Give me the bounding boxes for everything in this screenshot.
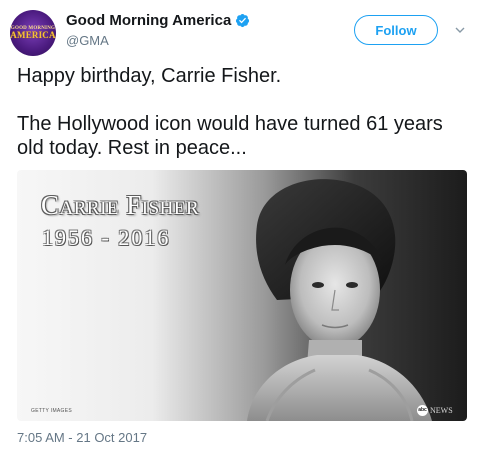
tweet-text-line2: The Hollywood icon would have turned 61 … bbox=[17, 113, 443, 159]
avatar[interactable]: GOOD MORNING AMERICA bbox=[10, 10, 56, 56]
chevron-down-icon[interactable] bbox=[454, 24, 466, 36]
tweet-text-line1: Happy birthday, Carrie Fisher. bbox=[17, 65, 282, 87]
photo-credit: GETTY IMAGES bbox=[31, 408, 73, 414]
user-info: Good Morning America @GMA bbox=[66, 12, 250, 48]
avatar-logo-big: AMERICA bbox=[10, 30, 56, 40]
gma-logo: GOOD MORNING AMERICA bbox=[10, 26, 55, 40]
tweet-card: GOOD MORNING AMERICA Good Morning Americ… bbox=[0, 0, 487, 453]
tweet-media-image[interactable]: Carrie Fisher 1956 - 2016 GETTY IMAGES a… bbox=[17, 170, 467, 421]
abc-logo-icon: abc bbox=[417, 405, 428, 416]
network-logo-text: NEWS bbox=[430, 406, 453, 415]
handle[interactable]: @GMA bbox=[66, 33, 250, 48]
verified-badge-icon bbox=[236, 13, 250, 28]
tweet-text: Happy birthday, Carrie Fisher. The Holly… bbox=[17, 64, 457, 160]
display-name[interactable]: Good Morning America bbox=[66, 12, 231, 29]
timestamp[interactable]: 7:05 AM - 21 Oct 2017 bbox=[17, 430, 147, 445]
media-title-years: 1956 - 2016 bbox=[42, 225, 171, 250]
name-row: Good Morning America bbox=[66, 12, 250, 29]
media-title-name: Carrie Fisher bbox=[41, 190, 200, 220]
follow-button[interactable]: Follow bbox=[354, 15, 438, 45]
network-logo: abc NEWS bbox=[417, 405, 453, 416]
